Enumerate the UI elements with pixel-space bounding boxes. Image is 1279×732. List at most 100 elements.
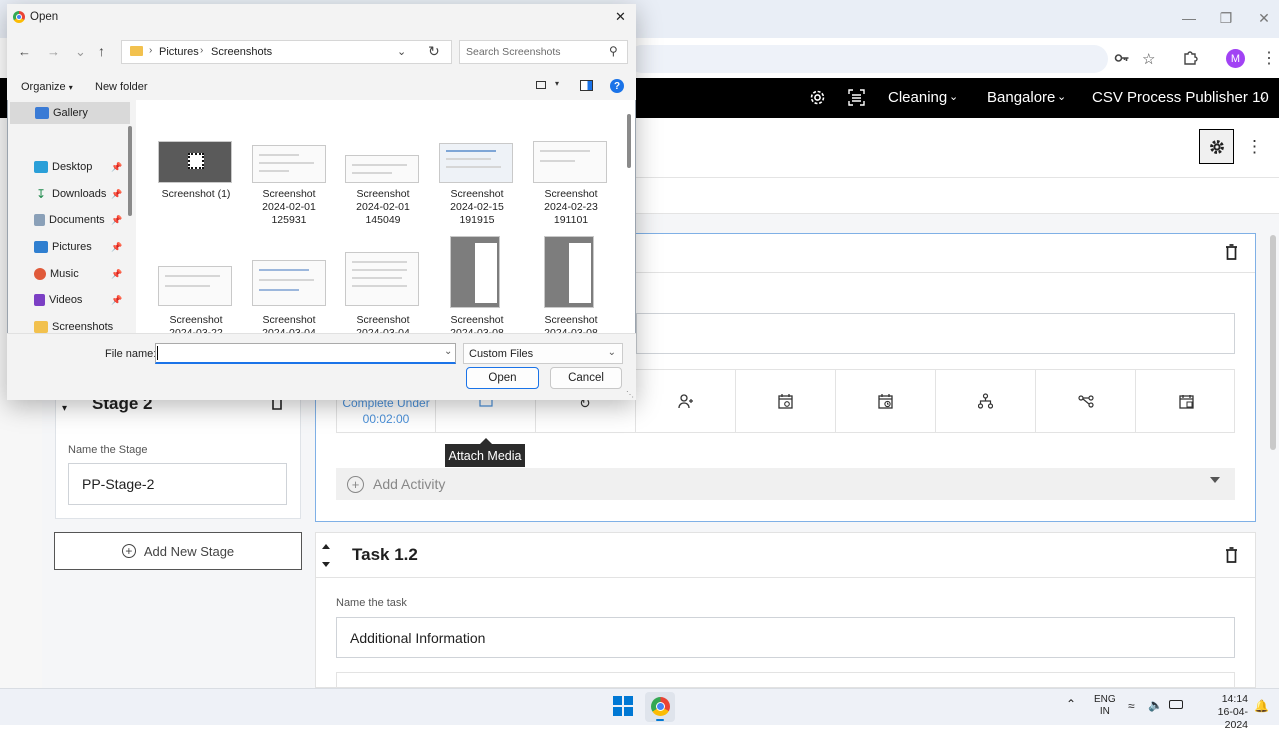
- chevron-down-icon[interactable]: ⌄: [444, 346, 452, 357]
- url-field[interactable]: [628, 45, 1108, 73]
- browser-menu-icon[interactable]: ⋮: [1261, 48, 1277, 68]
- battery-icon[interactable]: [1169, 700, 1183, 709]
- close-window-icon[interactable]: ✕: [1256, 10, 1272, 26]
- close-icon[interactable]: ✕: [615, 9, 626, 25]
- profile-avatar[interactable]: M: [1226, 49, 1245, 68]
- file-name[interactable]: Screenshot 2024-03-08: [430, 314, 524, 333]
- stage-name-input[interactable]: PP-Stage-2: [68, 463, 287, 505]
- chevron-down-icon[interactable]: ▾: [555, 79, 559, 88]
- file-thumbnail[interactable]: [252, 145, 326, 183]
- nav-item-gallery[interactable]: Gallery: [35, 104, 88, 122]
- nav-item-downloads[interactable]: ↧ Downloads: [34, 185, 106, 203]
- language-indicator[interactable]: ENG IN: [1094, 694, 1116, 718]
- delete-task-icon[interactable]: [1225, 547, 1238, 563]
- breadcrumb-pictures[interactable]: Pictures: [159, 46, 199, 58]
- chevron-down-icon: ⌄: [949, 91, 959, 103]
- wifi-icon[interactable]: ≈: [1128, 699, 1135, 713]
- file-name[interactable]: Screenshot 2024-03-22: [149, 314, 243, 333]
- task-name-input[interactable]: Additional Information: [336, 617, 1235, 658]
- new-folder-button[interactable]: New folder: [95, 81, 148, 93]
- file-name[interactable]: Screenshot 2024-02-15 191915: [430, 188, 524, 227]
- file-thumbnail[interactable]: [158, 266, 232, 306]
- recent-locations-icon[interactable]: ⌄: [75, 44, 86, 60]
- file-name-input[interactable]: [155, 343, 456, 364]
- city-select[interactable]: Bangalore: [987, 89, 1055, 106]
- scan-icon[interactable]: [848, 89, 865, 106]
- nav-item-videos[interactable]: Videos: [34, 291, 82, 309]
- chrome-icon: [13, 11, 25, 23]
- clock[interactable]: 14:14 16-04-2024: [1196, 693, 1248, 732]
- move-up-icon[interactable]: [322, 544, 330, 549]
- file-thumbnail[interactable]: [252, 260, 326, 306]
- move-down-icon[interactable]: [322, 562, 330, 567]
- file-thumbnail[interactable]: [345, 252, 419, 306]
- volume-icon[interactable]: 🔈: [1148, 698, 1163, 712]
- minimize-icon[interactable]: —: [1181, 10, 1197, 26]
- plus-circle-icon: +: [347, 475, 364, 493]
- forward-arrow-icon[interactable]: →: [47, 44, 60, 59]
- add-activity-dropdown[interactable]: + Add Activity: [336, 468, 1235, 500]
- delete-task-icon[interactable]: [1225, 244, 1238, 260]
- file-name[interactable]: Screenshot 2024-03-04: [336, 314, 430, 333]
- search-input[interactable]: Search Screenshots ⚲: [459, 40, 628, 64]
- collapse-stage-icon[interactable]: ▾: [62, 403, 67, 414]
- file-name[interactable]: Screenshot 2024-03-08: [524, 314, 618, 333]
- file-thumbnail[interactable]: [533, 141, 607, 183]
- restore-icon[interactable]: ❐: [1218, 10, 1234, 26]
- process-settings-button[interactable]: [1199, 129, 1234, 164]
- nav-item-music[interactable]: Music: [34, 265, 79, 283]
- chrome-icon: [651, 697, 670, 716]
- user-menu[interactable]: CSV Process Publisher 10: [1092, 89, 1269, 106]
- page-scrollbar[interactable]: [1270, 235, 1276, 450]
- extensions-icon[interactable]: [1183, 50, 1198, 65]
- add-new-stage-button[interactable]: + Add New Stage: [54, 532, 302, 570]
- file-thumbnail[interactable]: [439, 143, 513, 183]
- task-name-input-partial[interactable]: [636, 313, 1235, 354]
- task-panel[interactable]: [315, 532, 1256, 688]
- file-name[interactable]: Screenshot 2024-02-23 191101: [524, 188, 618, 227]
- password-key-icon[interactable]: [1114, 51, 1130, 65]
- nav-item-pictures[interactable]: Pictures: [34, 238, 92, 256]
- resize-grip-icon[interactable]: ⋱: [626, 390, 634, 399]
- file-type-select[interactable]: Custom Files ⌄: [463, 343, 623, 364]
- up-arrow-icon[interactable]: ↑: [98, 43, 105, 59]
- nav-item-documents[interactable]: Documents: [34, 211, 105, 229]
- help-icon[interactable]: ?: [610, 79, 624, 93]
- due-date-cell[interactable]: [836, 369, 936, 433]
- settings-gear-icon[interactable]: [809, 89, 826, 106]
- facility-select[interactable]: Cleaning: [888, 89, 947, 106]
- back-arrow-icon[interactable]: ←: [18, 44, 31, 59]
- assign-user-cell[interactable]: [636, 369, 736, 433]
- qr-code-icon: [188, 153, 204, 169]
- open-button[interactable]: Open: [466, 367, 539, 389]
- file-name[interactable]: Screenshot 2024-03-04: [242, 314, 336, 333]
- file-name[interactable]: Screenshot 2024-02-01 125931: [242, 188, 336, 227]
- chrome-taskbar-button[interactable]: [645, 692, 675, 722]
- file-thumbnail[interactable]: [544, 236, 594, 308]
- chevron-up-icon[interactable]: ⌃: [1066, 697, 1076, 711]
- schedule-cell[interactable]: [736, 369, 836, 433]
- branching-cell[interactable]: [1036, 369, 1136, 433]
- file-thumbnail[interactable]: [345, 155, 419, 183]
- nav-item-desktop[interactable]: Desktop: [34, 158, 92, 176]
- refresh-icon[interactable]: ↻: [428, 43, 440, 60]
- cancel-button[interactable]: Cancel: [550, 367, 622, 389]
- file-thumbnail[interactable]: [158, 141, 232, 183]
- hierarchy-cell[interactable]: [936, 369, 1036, 433]
- notification-bell-icon[interactable]: 🔔: [1254, 699, 1269, 713]
- organize-menu[interactable]: Organize ▾: [21, 81, 73, 93]
- address-dropdown-icon[interactable]: ⌄: [397, 45, 406, 58]
- file-name[interactable]: Screenshot 2024-02-01 145049: [336, 188, 430, 227]
- preview-pane-icon[interactable]: [580, 80, 593, 91]
- windows-start-icon[interactable]: [613, 696, 633, 716]
- file-thumbnail[interactable]: [450, 236, 500, 308]
- file-grid-scrollbar[interactable]: [627, 114, 631, 168]
- more-options-icon[interactable]: ⋮: [1246, 137, 1263, 157]
- file-name[interactable]: Screenshot (1): [149, 188, 243, 201]
- view-mode-icon[interactable]: [536, 81, 546, 89]
- bookmark-star-icon[interactable]: ☆: [1142, 50, 1155, 68]
- nav-scrollbar[interactable]: [128, 126, 132, 216]
- save-template-cell[interactable]: [1136, 369, 1236, 433]
- breadcrumb-screenshots[interactable]: Screenshots: [211, 46, 272, 58]
- breadcrumb-chevron-icon: ›: [149, 45, 153, 56]
